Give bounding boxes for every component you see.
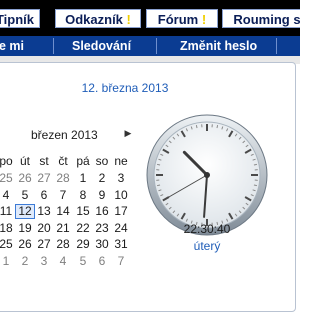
calendar-day-cell[interactable]: 22 (73, 221, 93, 235)
calendar-day-cell[interactable]: 26 (15, 237, 35, 251)
calendar-day-cell[interactable]: 25 (0, 237, 16, 251)
calendar-day-cell[interactable]: 4 (0, 188, 16, 202)
calendar-day-cell[interactable]: 8 (73, 188, 93, 202)
subnav-item-change-password[interactable]: Změnit heslo (180, 36, 257, 56)
clock-center (204, 172, 210, 178)
calendar-day-cell[interactable]: 17 (111, 204, 131, 218)
top-tab-label: Rouming s (233, 12, 300, 27)
calendar-day-name: ne (111, 154, 131, 168)
calendar-day-cell[interactable]: 13 (34, 204, 54, 218)
subnav-item-following[interactable]: Sledování (72, 36, 131, 56)
calendar-day-cell[interactable]: 27 (34, 237, 54, 251)
calendar-day-cell[interactable]: 14 (53, 204, 73, 218)
calendar-day-cell[interactable]: 2 (92, 171, 112, 185)
calendar-day-cell[interactable]: 29 (73, 237, 93, 251)
clock-tick (157, 185, 160, 186)
subnav-item-messages[interactable]: e mi (0, 36, 24, 56)
calendar-day-cell[interactable]: 2 (15, 254, 35, 268)
top-tab[interactable]: Tipník (0, 9, 40, 28)
calendar-day-cell[interactable]: 25 (0, 171, 16, 185)
calendar-month-header[interactable]: březen 2013 (31, 128, 98, 142)
calendar-day-cell[interactable]: 16 (92, 204, 112, 218)
calendar-day-cell[interactable]: 28 (53, 237, 73, 251)
calendar-day-cell[interactable]: 15 (73, 204, 93, 218)
calendar-day-cell[interactable]: 5 (15, 188, 35, 202)
top-tab-label: Tipník (0, 12, 34, 27)
calendar-day-cell[interactable]: 12 (15, 204, 35, 219)
calendar-day-cell[interactable]: 9 (92, 188, 112, 202)
calendar-day-cell[interactable]: 31 (111, 237, 131, 251)
calendar-day-cell[interactable]: 23 (92, 221, 112, 235)
subnav-separator (276, 38, 277, 54)
calendar-day-cell[interactable]: 7 (111, 254, 131, 268)
calendar-day-cell[interactable]: 6 (34, 188, 54, 202)
calendar-day-cell[interactable]: 19 (15, 221, 35, 235)
next-month-icon[interactable]: ▶ (122, 125, 134, 141)
clock-tick (157, 164, 160, 165)
top-tab-label: Fórum (158, 12, 198, 27)
calendar-day-cell[interactable]: 5 (73, 254, 93, 268)
calendar-day-cell[interactable]: 26 (15, 171, 35, 185)
calendar-day-cell[interactable]: 7 (53, 188, 73, 202)
subnav-separator (156, 38, 157, 54)
top-tab[interactable]: Fórum ! (146, 9, 218, 28)
calendar-day-cell[interactable]: 1 (0, 254, 16, 268)
calendar-day-name: čt (53, 154, 73, 168)
top-tab[interactable]: Odkazník ! (55, 9, 141, 28)
top-nav-bar: TipníkOdkazník !Fórum !Rouming s (0, 0, 300, 36)
calendar-day-cell[interactable]: 24 (111, 221, 131, 235)
calendar-day-cell[interactable]: 20 (34, 221, 54, 235)
calendar-day-cell[interactable]: 28 (53, 171, 73, 185)
calendar-day-cell[interactable]: 1 (73, 171, 93, 185)
calendar-day-cell[interactable]: 3 (111, 171, 131, 185)
top-tab[interactable]: Rouming s (222, 9, 300, 28)
calendar-day-name: po (0, 154, 16, 168)
calendar-day-cell[interactable]: 11 (0, 204, 16, 218)
calendar-day-name: so (92, 154, 112, 168)
sub-nav-bar: e mi Sledování Změnit heslo (0, 36, 300, 56)
calendar-day-cell[interactable]: 21 (53, 221, 73, 235)
full-date-link[interactable]: 12. března 2013 (0, 81, 250, 95)
calendar-day-name: st (34, 154, 54, 168)
digital-time: 22:30:40 (145, 222, 269, 236)
calendar-day-cell[interactable]: 10 (111, 188, 131, 202)
clock-tick (217, 125, 218, 128)
calendar-day-cell[interactable]: 30 (92, 237, 112, 251)
subnav-separator (53, 38, 54, 54)
notification-mark: ! (202, 12, 206, 27)
calendar-day-name: pá (73, 154, 93, 168)
calendar-day-cell[interactable]: 6 (92, 254, 112, 268)
top-tab-label: Odkazník (65, 12, 123, 27)
clock-tick (254, 164, 257, 165)
calendar-day-name: út (15, 154, 35, 168)
calendar-day-cell[interactable]: 27 (34, 171, 54, 185)
weekday-label: úterý (145, 239, 269, 253)
calendar-day-cell[interactable]: 18 (0, 221, 16, 235)
calendar-day-cell[interactable]: 4 (53, 254, 73, 268)
calendar-day-cell[interactable]: 3 (34, 254, 54, 268)
analog-clock (145, 113, 269, 237)
clock-tick (196, 125, 197, 128)
clock-tick (254, 185, 257, 186)
notification-mark: ! (127, 12, 131, 27)
